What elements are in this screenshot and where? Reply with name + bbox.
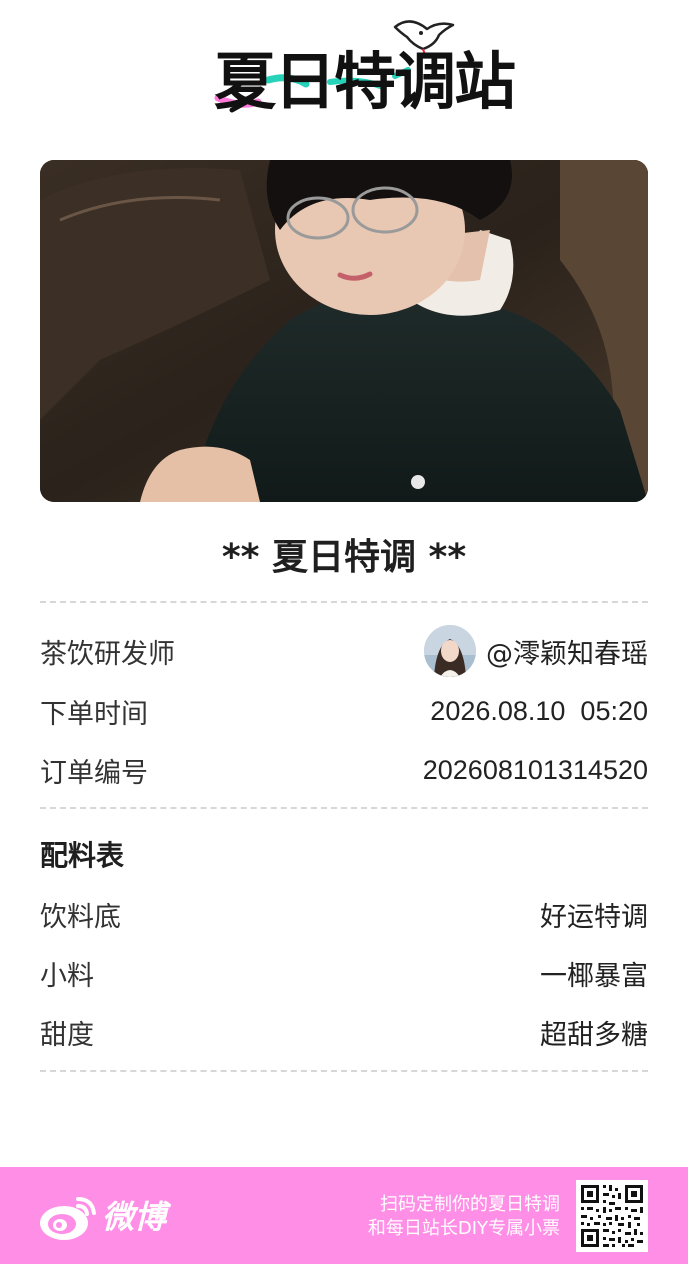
- order-time-row: 下单时间 2026.08.10 05:20: [40, 689, 648, 733]
- order-number-label: 订单编号: [40, 757, 148, 789]
- receipt-title: ** 夏日特调 **: [221, 537, 467, 578]
- hero-photo: [40, 160, 648, 502]
- logo-title: 夏日特调站: [214, 45, 516, 118]
- divider: [40, 601, 648, 603]
- researcher-handle: @澪颖知春瑶: [486, 638, 648, 670]
- researcher-row: 茶饮研发师 @澪颖知春瑶: [40, 625, 648, 677]
- researcher-value[interactable]: @澪颖知春瑶: [424, 625, 648, 677]
- avatar[interactable]: [424, 625, 476, 677]
- footer-banner: 微博 扫码定制你的夏日特调 和每日站长DIY专属小票: [0, 1167, 688, 1264]
- order-time-label: 下单时间: [40, 698, 148, 730]
- footer-line-1: 扫码定制你的夏日特调: [380, 1194, 560, 1215]
- researcher-label: 茶饮研发师: [40, 638, 175, 670]
- ingredient-label: 甜度: [40, 1019, 94, 1051]
- receipt-page: 夏日特调站 ** 夏日特调 ** 茶饮研发师 @澪颖知春瑶 下单时间 2026.…: [0, 0, 688, 1264]
- ingredient-row: 饮料底 好运特调: [40, 892, 648, 936]
- weibo-brand: 微博: [102, 1198, 167, 1236]
- order-number-value: 202608101314520: [422, 754, 648, 785]
- ingredient-value: 超甜多糖: [540, 1019, 648, 1051]
- header: 夏日特调站: [0, 0, 688, 150]
- ingredients-title: 配料表: [40, 839, 125, 872]
- order-number-row: 订单编号 202608101314520: [40, 748, 648, 792]
- ingredient-value: 一椰暴富: [540, 960, 648, 992]
- ingredient-label: 小料: [40, 960, 94, 992]
- footer-caption: 扫码定制你的夏日特调 和每日站长DIY专属小票: [368, 1193, 560, 1241]
- divider: [40, 807, 648, 809]
- ingredient-row: 甜度 超甜多糖: [40, 1010, 648, 1054]
- weibo-eye-icon: [40, 1197, 96, 1240]
- ingredient-value: 好运特调: [540, 901, 648, 933]
- weibo-logo[interactable]: 微博: [38, 1191, 188, 1243]
- divider: [40, 1070, 648, 1072]
- ingredient-row: 小料 一椰暴富: [40, 951, 648, 995]
- footer-line-2: 和每日站长DIY专属小票: [367, 1218, 560, 1239]
- qr-code-icon[interactable]: [576, 1180, 648, 1252]
- ingredient-label: 饮料底: [40, 901, 121, 933]
- order-time-value: 2026.08.10 05:20: [430, 695, 648, 726]
